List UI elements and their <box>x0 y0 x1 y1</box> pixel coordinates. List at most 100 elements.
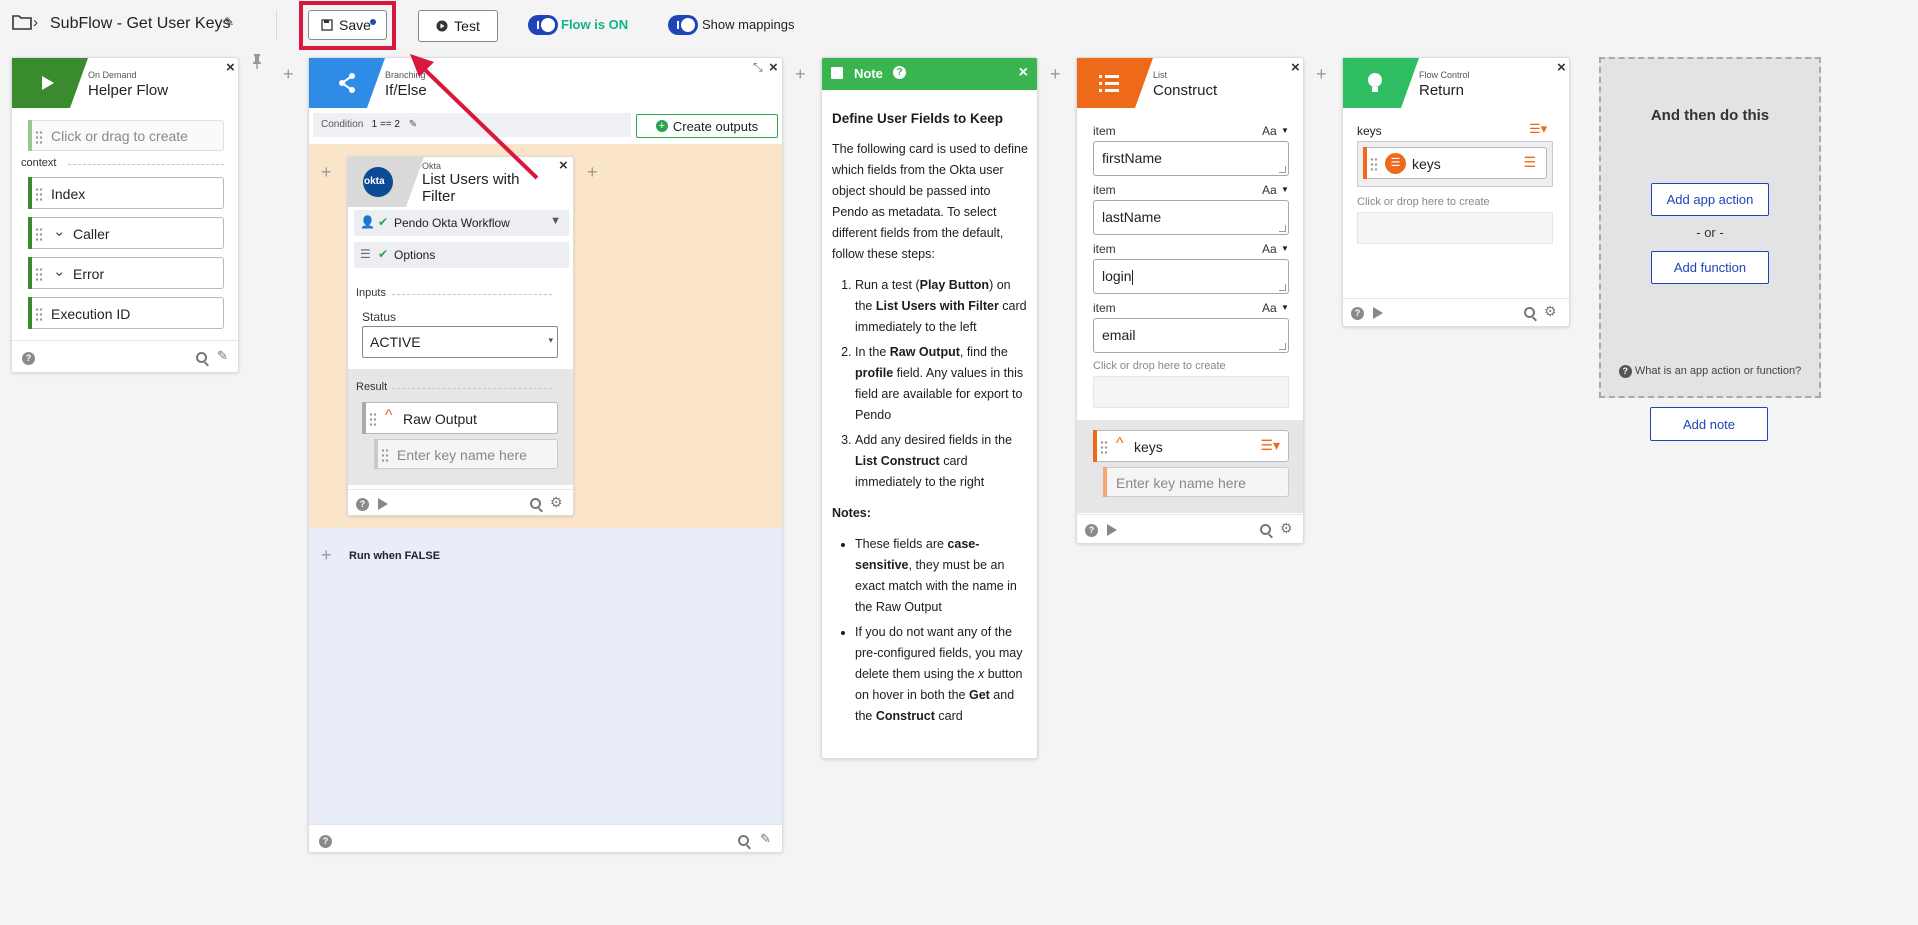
flow-on-toggle[interactable] <box>528 15 558 35</box>
list-type-icon: ☰▾ <box>1260 437 1280 453</box>
run-test-play-icon[interactable] <box>378 498 388 510</box>
play-circle-icon <box>436 20 448 32</box>
item-input-email[interactable]: email <box>1093 318 1289 353</box>
gear-icon[interactable]: ⚙ <box>1280 520 1293 537</box>
list-icon <box>1077 58 1153 108</box>
condition-bar[interactable]: Condition 1 == 2 ✎ <box>313 113 631 137</box>
type-selector[interactable]: Aa <box>1262 301 1277 315</box>
card-title: Helper Flow <box>88 82 169 99</box>
help-icon[interactable]: ? <box>319 835 332 848</box>
status-label: Status <box>362 310 397 324</box>
helper-flow-header-icon <box>12 58 88 108</box>
flow-title[interactable]: SubFlow - Get User Keys <box>50 15 231 33</box>
keys-label: keys <box>1357 124 1382 138</box>
context-pill-caller[interactable]: ⌄ Caller <box>28 217 224 249</box>
context-pill-execution-id[interactable]: Execution ID <box>28 297 224 329</box>
help-icon[interactable]: ? <box>1085 524 1098 537</box>
pin-icon[interactable] <box>251 53 263 69</box>
add-card-plus-icon[interactable]: + <box>321 162 332 183</box>
context-label: context <box>21 157 57 169</box>
add-card-plus-icon[interactable]: + <box>321 545 332 566</box>
close-card-icon[interactable]: × <box>1557 59 1566 76</box>
close-card-icon[interactable]: × <box>559 157 568 174</box>
return-card: Flow Control Return × keys ☰▾ ☰ keys ☰ C… <box>1342 57 1570 327</box>
search-icon[interactable] <box>196 352 207 363</box>
add-card-plus-icon[interactable]: + <box>283 64 294 85</box>
edit-pencil-icon[interactable]: ✎ <box>760 831 771 847</box>
add-card-plus-icon[interactable]: + <box>1316 64 1327 85</box>
app-action-help-link[interactable]: ? What is an app action or function? <box>1601 365 1819 378</box>
edit-pencil-icon[interactable]: ✎ <box>217 348 228 364</box>
run-test-play-icon[interactable] <box>1107 524 1117 536</box>
context-pill-index[interactable]: Index <box>28 177 224 209</box>
key-name-input[interactable]: Enter key name here <box>374 439 558 469</box>
type-selector[interactable]: Aa <box>1262 183 1277 197</box>
test-button[interactable]: Test <box>418 10 498 42</box>
search-icon[interactable] <box>738 835 749 846</box>
add-app-action-button[interactable]: Add app action <box>1651 183 1769 216</box>
list-construct-card: List Construct × item Aa ▼ firstName ite… <box>1076 57 1304 544</box>
card-title: List Users with Filter <box>422 171 520 205</box>
lightbulb-icon <box>1343 58 1419 108</box>
edit-title-pencil-icon[interactable]: ✎ <box>224 15 234 29</box>
keys-input-box[interactable]: ☰ keys ☰ <box>1357 141 1553 187</box>
keys-output-pill[interactable]: ^ keys ☰▾ <box>1093 430 1289 462</box>
drop-zone[interactable] <box>1093 376 1289 408</box>
add-note-button[interactable]: Add note <box>1650 407 1768 441</box>
raw-output-pill[interactable]: ^ Raw Output <box>362 402 558 434</box>
create-outputs-button[interactable]: + Create outputs <box>636 114 778 138</box>
result-label: Result <box>356 381 388 393</box>
gear-icon[interactable]: ⚙ <box>1544 303 1557 320</box>
drop-zone[interactable] <box>1357 212 1553 244</box>
card-category: List <box>1153 70 1168 80</box>
status-select[interactable]: ACTIVE ▾ <box>362 326 558 358</box>
key-name-input[interactable]: Enter key name here <box>1103 467 1289 497</box>
show-mappings-toggle[interactable] <box>668 15 698 35</box>
options-row[interactable]: ☰ ✔ Options <box>354 242 569 268</box>
search-icon[interactable] <box>530 498 541 509</box>
add-card-plus-icon[interactable]: + <box>1050 64 1061 85</box>
run-test-play-icon[interactable] <box>1373 307 1383 319</box>
context-pill-error[interactable]: ⌄ Error <box>28 257 224 289</box>
select-arrows-icon: ▾ <box>548 335 553 345</box>
help-icon[interactable]: ? <box>1351 307 1364 320</box>
close-card-icon[interactable]: × <box>226 59 235 76</box>
add-card-plus-icon[interactable]: + <box>587 162 598 183</box>
item-label: item <box>1093 183 1116 197</box>
gear-icon[interactable]: ⚙ <box>550 494 563 511</box>
note-header: Note ? × <box>822 58 1037 90</box>
folder-icon[interactable] <box>12 14 32 30</box>
type-selector[interactable]: Aa <box>1262 124 1277 138</box>
connection-selector[interactable]: 👤 ✔ Pendo Okta Workflow ▼ <box>354 210 569 236</box>
dropdown-caret-icon: ▼ <box>1281 126 1289 135</box>
item-input-firstname[interactable]: firstName <box>1093 141 1289 176</box>
drop-placeholder: Click or drop here to create <box>1093 360 1226 372</box>
search-icon[interactable] <box>1260 524 1271 535</box>
add-card-plus-icon[interactable]: + <box>795 64 806 85</box>
close-card-icon[interactable]: × <box>769 59 778 76</box>
create-placeholder[interactable]: Click or drag to create <box>28 120 224 151</box>
dropdown-caret-icon: ▼ <box>550 215 561 227</box>
help-icon[interactable]: ? <box>893 66 906 79</box>
type-selector[interactable]: Aa <box>1262 242 1277 256</box>
list-type-icon: ☰ <box>1523 154 1536 170</box>
top-toolbar: › SubFlow - Get User Keys ✎ Save Test Fl… <box>0 0 1918 50</box>
collapse-caret-icon: ^ <box>385 407 393 424</box>
expand-chevron-icon: ⌄ <box>53 223 66 240</box>
collapse-arrows-icon[interactable]: ⤡ <box>753 60 763 75</box>
close-card-icon[interactable]: × <box>1019 64 1028 82</box>
add-function-button[interactable]: Add function <box>1651 251 1769 284</box>
list-type-icon[interactable]: ☰▾ <box>1529 121 1547 137</box>
context-divider <box>68 164 224 165</box>
close-card-icon[interactable]: × <box>1291 59 1300 76</box>
keys-pill[interactable]: ☰ keys ☰ <box>1363 147 1547 179</box>
item-input-lastname[interactable]: lastName <box>1093 200 1289 235</box>
search-icon[interactable] <box>1524 307 1535 318</box>
item-input-login[interactable]: login <box>1093 259 1289 294</box>
false-branch-area <box>309 528 782 824</box>
item-label: item <box>1093 242 1116 256</box>
help-icon[interactable]: ? <box>356 498 369 511</box>
add-panel-heading: And then do this <box>1650 107 1770 124</box>
card-title: Return <box>1419 82 1465 99</box>
help-icon[interactable]: ? <box>22 352 35 365</box>
